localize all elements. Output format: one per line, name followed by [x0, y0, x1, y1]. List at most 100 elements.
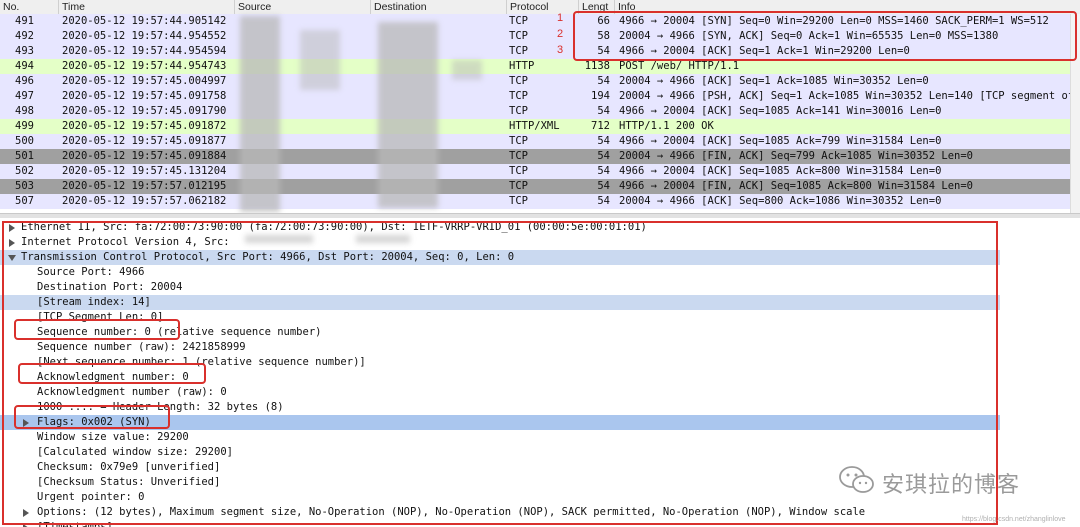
packet-protocol: TCP: [509, 30, 528, 42]
expand-triangle-right-icon[interactable]: [23, 509, 29, 517]
sequence-number-annotation: [14, 319, 180, 340]
packet-info: HTTP/1.1 200 OK: [619, 120, 714, 132]
redacted-source-addresses: [300, 30, 340, 90]
packet-time: 2020-05-12 19:57:45.131204: [62, 165, 227, 177]
packet-time: 2020-05-12 19:57:44.954594: [62, 45, 227, 57]
packet-protocol: HTTP/XML: [509, 120, 560, 132]
detail-tree-label: Internet Protocol Version 4, Src:: [21, 236, 230, 248]
detail-tree-item[interactable]: [Calculated window size: 29200]: [0, 445, 1000, 460]
packet-no: 498: [15, 105, 34, 117]
packet-length: 54: [597, 165, 610, 177]
packet-time: 2020-05-12 19:57:57.062182: [62, 195, 227, 207]
packet-length: 194: [591, 90, 610, 102]
packet-row[interactable]: 499 2020-05-12 19:57:45.091872 HTTP/XML 712…: [0, 119, 1080, 134]
redacted-ip-source: [245, 235, 313, 243]
packet-protocol: TCP: [509, 150, 528, 162]
packet-protocol: HTTP: [509, 60, 535, 72]
packet-length: 54: [597, 105, 610, 117]
packet-row[interactable]: 503 2020-05-12 19:57:57.012195 TCP 54 4966 →…: [0, 179, 1080, 194]
packet-protocol: TCP: [509, 105, 528, 117]
packet-info: 20004 → 4966 [FIN, ACK] Seq=799 Ack=1085…: [619, 150, 974, 162]
detail-tree-item[interactable]: Internet Protocol Version 4, Src:: [0, 235, 1000, 250]
column-header-no[interactable]: No.: [0, 0, 58, 14]
packet-protocol: TCP: [509, 135, 528, 147]
packet-length: 54: [597, 180, 610, 192]
detail-tree-label: Source Port: 4966: [37, 266, 145, 278]
packet-length: 54: [597, 150, 610, 162]
handshake-marker-3: 3: [557, 44, 564, 56]
handshake-marker-1: 1: [557, 12, 564, 24]
packet-no: 492: [15, 30, 34, 42]
packet-row[interactable]: 502 2020-05-12 19:57:45.131204 TCP 54 4966 →…: [0, 164, 1080, 179]
detail-tree-label: [Stream index: 14]: [37, 296, 151, 308]
detail-tree-item[interactable]: Ethernet II, Src: fa:72:00:73:90:00 (fa:…: [0, 220, 1000, 235]
packet-info: 4966 → 20004 [ACK] Seq=1085 Ack=800 Win=…: [619, 165, 942, 177]
detail-tree-item[interactable]: Acknowledgment number (raw): 0: [0, 385, 1000, 400]
packet-length: 1138: [584, 60, 610, 72]
detail-tree-item[interactable]: [Timestamps]: [0, 520, 1000, 527]
packet-row[interactable]: 497 2020-05-12 19:57:45.091758 TCP 194 20004…: [0, 89, 1080, 104]
packet-list-pane[interactable]: No. Time Source Destination Protocol Len…: [0, 0, 1080, 213]
expand-triangle-right-icon[interactable]: [9, 239, 15, 247]
packet-length: 54: [597, 135, 610, 147]
detail-tree-item[interactable]: [Stream index: 14]: [0, 295, 1000, 310]
packet-row[interactable]: 500 2020-05-12 19:57:45.091877 TCP 54 4966 →…: [0, 134, 1080, 149]
packet-time: 2020-05-12 19:57:45.091884: [62, 150, 227, 162]
packet-row[interactable]: 501 2020-05-12 19:57:45.091884 TCP 54 20004 …: [0, 149, 1080, 164]
column-header-protocol[interactable]: Protocol: [506, 0, 578, 14]
packet-no: 507: [15, 195, 34, 207]
packet-info: 20004 → 4966 [ACK] Seq=1 Ack=1085 Win=30…: [619, 75, 929, 87]
packet-no: 501: [15, 150, 34, 162]
packet-time: 2020-05-12 19:57:45.091872: [62, 120, 227, 132]
packet-row[interactable]: 494 2020-05-12 19:57:44.954743 HTTP 1138 POS…: [0, 59, 1080, 74]
expand-triangle-down-icon[interactable]: [8, 255, 16, 261]
detail-tree-label: [Checksum Status: Unverified]: [37, 476, 221, 488]
detail-tree-item[interactable]: Window size value: 29200: [0, 430, 1000, 445]
source-url-note: https://blog.csdn.net/zhanglinlove: [962, 516, 1066, 523]
packet-time: 2020-05-12 19:57:45.091758: [62, 90, 227, 102]
packet-protocol: TCP: [509, 75, 528, 87]
packet-protocol: TCP: [509, 15, 528, 27]
column-header-destination[interactable]: Destination: [370, 0, 506, 14]
expand-triangle-right-icon[interactable]: [9, 224, 15, 232]
packet-no: 497: [15, 90, 34, 102]
detail-tree-label: Options: (12 bytes), Maximum segment siz…: [37, 506, 866, 518]
detail-tree-label: Sequence number (raw): 2421858999: [37, 341, 246, 353]
packet-info: 20004 → 4966 [PSH, ACK] Seq=1 Ack=1085 W…: [619, 90, 1075, 102]
detail-tree-item[interactable]: Options: (12 bytes), Maximum segment siz…: [0, 505, 1000, 520]
packet-length: 54: [597, 75, 610, 87]
packet-protocol: TCP: [509, 45, 528, 57]
redacted-destination-addresses: [378, 22, 438, 208]
packet-time: 2020-05-12 19:57:44.905142: [62, 15, 227, 27]
packet-time: 2020-05-12 19:57:44.954743: [62, 60, 227, 72]
column-header-source[interactable]: Source: [234, 0, 370, 14]
packet-no: 496: [15, 75, 34, 87]
packet-no: 503: [15, 180, 34, 192]
detail-tree-item[interactable]: Sequence number (raw): 2421858999: [0, 340, 1000, 355]
detail-tree-label: Ethernet II, Src: fa:72:00:73:90:00 (fa:…: [21, 221, 647, 233]
packet-row[interactable]: 498 2020-05-12 19:57:45.091790 TCP 54 4966 →…: [0, 104, 1080, 119]
column-header-time[interactable]: Time: [58, 0, 234, 14]
detail-tree-label: Window size value: 29200: [37, 431, 189, 443]
packet-time: 2020-05-12 19:57:45.091877: [62, 135, 227, 147]
packet-length: 54: [597, 195, 610, 207]
packet-time: 2020-05-12 19:57:45.091790: [62, 105, 227, 117]
detail-tree-label: Transmission Control Protocol, Src Port:…: [21, 251, 515, 263]
acknowledgment-number-annotation: [18, 363, 206, 384]
packet-length: 712: [591, 120, 610, 132]
detail-tree-label: Checksum: 0x79e9 [unverified]: [37, 461, 221, 473]
packet-row[interactable]: 496 2020-05-12 19:57:45.004997 TCP 54 20004 …: [0, 74, 1080, 89]
packet-info: 4966 → 20004 [FIN, ACK] Seq=1085 Ack=800…: [619, 180, 974, 192]
packet-time: 2020-05-12 19:57:44.954552: [62, 30, 227, 42]
packet-protocol: TCP: [509, 180, 528, 192]
detail-tree-item[interactable]: Destination Port: 20004: [0, 280, 1000, 295]
packet-row[interactable]: 507 2020-05-12 19:57:57.062182 TCP 54 20004 …: [0, 194, 1080, 209]
packet-info: 4966 → 20004 [ACK] Seq=1085 Ack=141 Win=…: [619, 105, 942, 117]
redacted-source-addresses: [240, 16, 280, 212]
detail-tree-label: [Timestamps]: [37, 521, 113, 527]
detail-tree-item[interactable]: Transmission Control Protocol, Src Port:…: [0, 250, 1000, 265]
detail-tree-item[interactable]: Source Port: 4966: [0, 265, 1000, 280]
wechat-icon: [839, 466, 874, 493]
packet-info: POST /web/ HTTP/1.1: [619, 60, 740, 72]
packet-protocol: TCP: [509, 165, 528, 177]
